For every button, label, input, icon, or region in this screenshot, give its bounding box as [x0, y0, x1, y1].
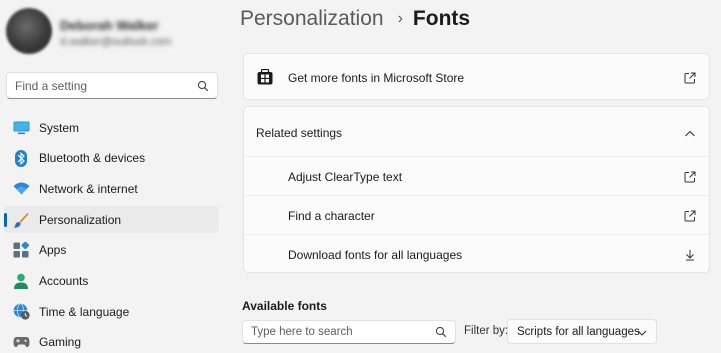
fonts-search-input[interactable] [251, 326, 435, 338]
search-icon[interactable] [435, 326, 447, 338]
external-link-icon [684, 71, 696, 84]
available-fonts-title: Available fonts [242, 299, 327, 313]
breadcrumb-parent[interactable]: Personalization [240, 7, 384, 31]
user-profile[interactable]: Deborah Walker d.walker@outlook.com [6, 8, 226, 58]
sidebar-item-apps[interactable]: Apps [4, 237, 219, 264]
chevron-up-icon[interactable] [684, 126, 696, 137]
sidebar-item-label: Accounts [39, 273, 89, 288]
sidebar-item-label: Network & internet [39, 181, 138, 196]
sidebar-item-accounts[interactable]: Accounts [4, 267, 219, 294]
related-item-label: Find a character [288, 209, 375, 223]
related-settings-title: Related settings [256, 126, 343, 140]
sidebar-item-gaming[interactable]: Gaming [4, 329, 219, 353]
adjust-cleartype-link[interactable]: Adjust ClearType text [244, 156, 709, 195]
profile-email: d.walker@outlook.com [60, 36, 172, 48]
store-icon [257, 68, 273, 85]
profile-name: Deborah Walker [60, 18, 159, 33]
page-title: Fonts [412, 7, 471, 30]
brush-icon [12, 211, 30, 229]
sidebar-item-label: System [39, 120, 80, 135]
settings-search-box[interactable] [6, 72, 218, 99]
download-fonts-all-languages-button[interactable]: Download fonts for all languages [244, 234, 709, 273]
breadcrumb-separator: › [397, 10, 403, 27]
sidebar-item-personalization[interactable]: Personalization [4, 206, 219, 234]
person-icon [12, 272, 30, 290]
settings-search-input[interactable] [15, 78, 197, 93]
fonts-search-box[interactable] [242, 320, 456, 344]
get-fonts-store-link[interactable]: Get more fonts in Microsoft Store [243, 53, 710, 100]
sidebar-item-label: Apps [39, 243, 67, 258]
search-icon[interactable] [197, 80, 209, 92]
sidebar-item-label: Time & language [39, 304, 130, 319]
store-link-label: Get more fonts in Microsoft Store [288, 71, 465, 85]
sidebar-item-label: Gaming [39, 335, 82, 350]
sidebar: Deborah Walker d.walker@outlook.com Syst… [0, 0, 228, 353]
external-link-icon [684, 209, 696, 222]
related-settings-card: Related settings Adjust ClearType text F… [243, 106, 710, 273]
download-icon [684, 248, 696, 261]
find-character-link[interactable]: Find a character [244, 195, 709, 234]
sidebar-item-label: Personalization [39, 212, 122, 227]
breadcrumb: Personalization › Fonts [240, 7, 470, 31]
related-settings-header[interactable]: Related settings [244, 107, 709, 156]
gaming-icon [12, 333, 30, 351]
bluetooth-icon [12, 149, 30, 167]
apps-icon [12, 241, 30, 259]
related-item-label: Adjust ClearType text [288, 170, 403, 184]
sidebar-item-bluetooth[interactable]: Bluetooth & devices [4, 145, 219, 172]
sidebar-item-network[interactable]: Network & internet [4, 175, 219, 202]
avatar [6, 8, 52, 54]
sidebar-item-label: Bluetooth & devices [39, 151, 146, 166]
globe-clock-icon [12, 303, 30, 321]
related-item-label: Download fonts for all languages [288, 248, 463, 262]
sidebar-item-time-language[interactable]: Time & language [4, 298, 219, 325]
external-link-icon [684, 170, 696, 183]
sidebar-nav: System Bluetooth & devices Network & int… [4, 114, 219, 353]
wifi-icon [12, 180, 30, 198]
filter-by-dropdown[interactable]: Scripts for all languages [507, 319, 657, 344]
filter-selected-value: Scripts for all languages [517, 325, 640, 338]
chevron-down-icon [637, 328, 647, 336]
sidebar-item-system[interactable]: System [4, 114, 219, 141]
filter-label: Filter by: [464, 325, 509, 337]
system-icon [12, 119, 30, 137]
